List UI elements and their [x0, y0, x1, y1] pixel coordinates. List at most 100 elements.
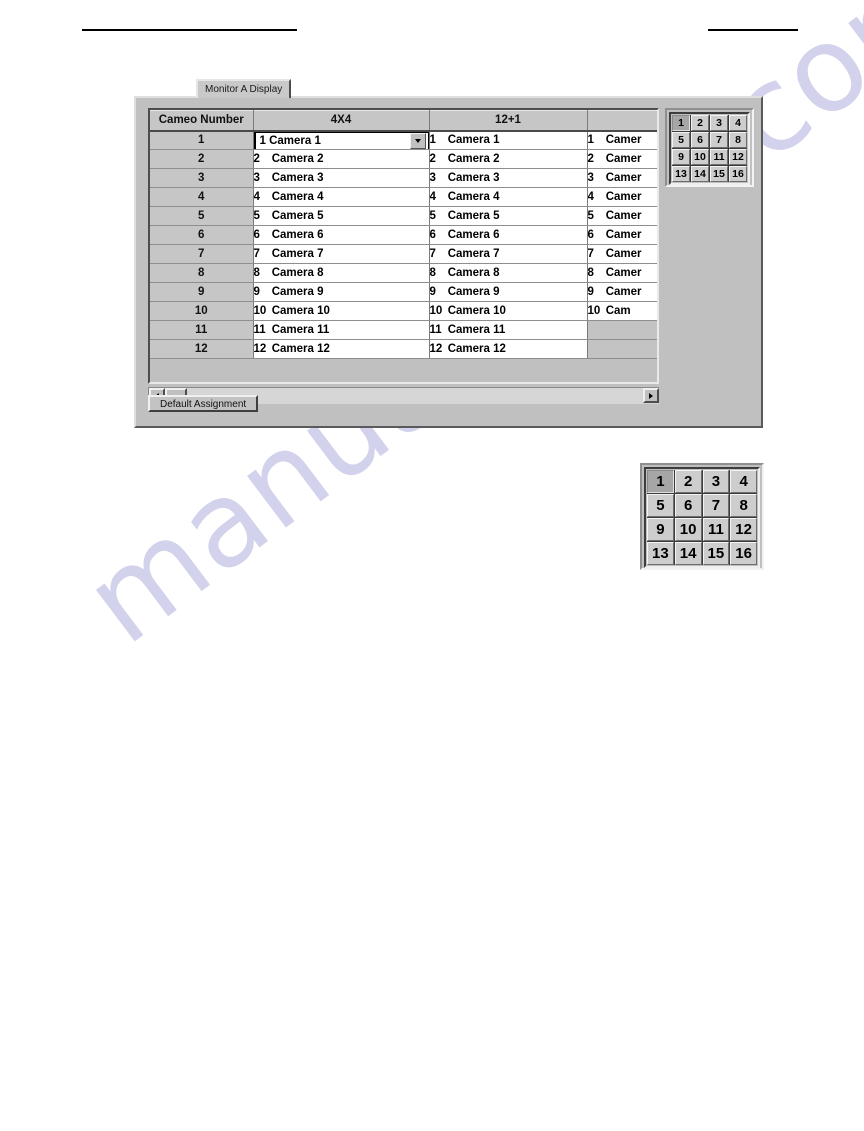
camera-cell-overflow[interactable]: 3 Camer	[587, 168, 657, 188]
cameo-large-cell-15[interactable]: 15	[702, 542, 730, 565]
cameo-small-cell-3[interactable]: 3	[710, 115, 728, 131]
camera-assignment-combobox-cell[interactable]: 1 Camera 1	[253, 130, 430, 150]
cameo-number-cell[interactable]: 7	[150, 244, 254, 264]
camera-cell-12p1[interactable]: 4 Camera 4	[429, 187, 588, 207]
camera-cell-overflow[interactable]: 6 Camer	[587, 225, 657, 245]
camera-cell-4x4[interactable]: 3 Camera 3	[253, 168, 430, 188]
cameo-layout-grid-small: 1 2 3 4 5 6 7 8 9 10 11 12 13 14 15 16	[665, 108, 754, 187]
col-header-12p1[interactable]: 12+1	[429, 110, 588, 132]
cameo-small-cell-11[interactable]: 11	[710, 149, 728, 165]
cameo-number-cell[interactable]: 11	[150, 320, 254, 340]
cameo-large-cell-6[interactable]: 6	[674, 494, 702, 517]
cameo-number-cell[interactable]: 2	[150, 149, 254, 169]
cameo-large-cell-9[interactable]: 9	[647, 518, 674, 541]
camera-cell-overflow[interactable]: 4 Camer	[587, 187, 657, 207]
camera-cell-12p1[interactable]: 8 Camera 8	[429, 263, 588, 283]
combobox-dropdown-button[interactable]	[409, 132, 426, 149]
cameo-large-cell-14[interactable]: 14	[674, 542, 702, 565]
camera-cell-overflow[interactable]: 7 Camer	[587, 244, 657, 264]
cameo-small-cell-1[interactable]: 1	[672, 115, 690, 131]
cameo-large-cell-4[interactable]: 4	[730, 470, 757, 493]
vertical-scroll-track[interactable]	[658, 141, 659, 366]
camera-cell-4x4[interactable]: 9 Camera 9	[253, 282, 430, 302]
camera-cell-12p1[interactable]: 11 Camera 11	[429, 320, 588, 340]
cameo-number-cell[interactable]: 1	[150, 130, 254, 150]
table-row: 66 Camera 66 Camera 66 Camer	[150, 225, 657, 245]
cameo-large-cell-11[interactable]: 11	[702, 518, 730, 541]
vertical-scroll-thumb[interactable]	[658, 126, 659, 141]
camera-cell-12p1[interactable]: 12 Camera 12	[429, 339, 588, 359]
cameo-small-cell-16[interactable]: 16	[729, 166, 747, 182]
cameo-number-cell[interactable]: 3	[150, 168, 254, 188]
cameo-small-cell-4[interactable]: 4	[729, 115, 747, 131]
scroll-down-button[interactable]	[658, 366, 659, 382]
cameo-small-cell-9[interactable]: 9	[672, 149, 690, 165]
cameo-cells-large: 1 2 3 4 5 6 7 8 9 10 11 12 13 14 15 16	[647, 470, 757, 565]
col-header-cameo-number[interactable]: Cameo Number	[150, 110, 254, 132]
cameo-large-cell-13[interactable]: 13	[647, 542, 674, 565]
camera-cell-overflow[interactable]: 10 Cam	[587, 301, 657, 321]
camera-cell-4x4[interactable]: 7 Camera 7	[253, 244, 430, 264]
col-header-4x4[interactable]: 4X4	[253, 110, 430, 132]
scroll-up-button[interactable]	[658, 110, 659, 126]
camera-cell-overflow-empty[interactable]	[587, 339, 657, 359]
cameo-small-cell-2[interactable]: 2	[691, 115, 709, 131]
cameo-small-cell-10[interactable]: 10	[691, 149, 709, 165]
cameo-small-cell-6[interactable]: 6	[691, 132, 709, 148]
cameo-large-cell-12[interactable]: 12	[730, 518, 757, 541]
camera-cell-4x4[interactable]: 8 Camera 8	[253, 263, 430, 283]
camera-cell-12p1[interactable]: 10 Camera 10	[429, 301, 588, 321]
scroll-right-button[interactable]	[643, 388, 659, 403]
cameo-cells-small: 1 2 3 4 5 6 7 8 9 10 11 12 13 14 15 16	[672, 115, 747, 182]
cameo-large-cell-2[interactable]: 2	[674, 470, 702, 493]
cameo-large-cell-7[interactable]: 7	[702, 494, 730, 517]
cameo-large-cell-8[interactable]: 8	[730, 494, 757, 517]
camera-cell-4x4[interactable]: 11 Camera 11	[253, 320, 430, 340]
camera-cell-overflow[interactable]: 8 Camer	[587, 263, 657, 283]
cameo-number-cell[interactable]: 6	[150, 225, 254, 245]
table-row: 22 Camera 22 Camera 22 Camer	[150, 149, 657, 169]
col-header-overflow[interactable]	[587, 110, 657, 132]
cameo-number-cell[interactable]: 4	[150, 187, 254, 207]
camera-cell-4x4[interactable]: 12 Camera 12	[253, 339, 430, 359]
camera-cell-overflow[interactable]: 1 Camer	[587, 130, 657, 150]
camera-cell-overflow[interactable]: 2 Camer	[587, 149, 657, 169]
camera-cell-12p1[interactable]: 3 Camera 3	[429, 168, 588, 188]
cameo-small-cell-7[interactable]: 7	[710, 132, 728, 148]
camera-cell-4x4[interactable]: 2 Camera 2	[253, 149, 430, 169]
cameo-small-cell-14[interactable]: 14	[691, 166, 709, 182]
cameo-small-cell-12[interactable]: 12	[729, 149, 747, 165]
camera-cell-12p1[interactable]: 2 Camera 2	[429, 149, 588, 169]
cameo-small-cell-15[interactable]: 15	[710, 166, 728, 182]
cameo-number-cell[interactable]: 8	[150, 263, 254, 283]
camera-cell-12p1[interactable]: 5 Camera 5	[429, 206, 588, 226]
camera-cell-4x4[interactable]: 6 Camera 6	[253, 225, 430, 245]
cameo-large-cell-5[interactable]: 5	[647, 494, 674, 517]
camera-cell-12p1[interactable]: 7 Camera 7	[429, 244, 588, 264]
camera-cell-12p1[interactable]: 6 Camera 6	[429, 225, 588, 245]
table-row: 11 11 Camera 11 11 Camera 11	[150, 320, 657, 340]
cameo-large-cell-1[interactable]: 1	[647, 470, 674, 493]
cameo-number-cell[interactable]: 10	[150, 301, 254, 321]
camera-cell-overflow-empty[interactable]	[587, 320, 657, 340]
cameo-number-cell[interactable]: 12	[150, 339, 254, 359]
camera-cell-12p1[interactable]: 9 Camera 9	[429, 282, 588, 302]
tab-monitor-a-display[interactable]: Monitor A Display	[196, 79, 292, 98]
cameo-number-cell[interactable]: 9	[150, 282, 254, 302]
camera-cell-4x4[interactable]: 4 Camera 4	[253, 187, 430, 207]
cameo-assignment-table: Cameo Number 4X4 12+1 11 Camera 11 Camer…	[150, 110, 657, 359]
camera-cell-overflow[interactable]: 5 Camer	[587, 206, 657, 226]
cameo-small-cell-5[interactable]: 5	[672, 132, 690, 148]
camera-cell-4x4[interactable]: 5 Camera 5	[253, 206, 430, 226]
camera-cell-4x4[interactable]: 10 Camera 10	[253, 301, 430, 321]
cameo-large-cell-3[interactable]: 3	[702, 470, 730, 493]
camera-assignment-combobox[interactable]: 1 Camera 1	[253, 130, 428, 149]
cameo-large-cell-16[interactable]: 16	[730, 542, 757, 565]
cameo-number-cell[interactable]: 5	[150, 206, 254, 226]
cameo-large-cell-10[interactable]: 10	[674, 518, 702, 541]
cameo-small-cell-13[interactable]: 13	[672, 166, 690, 182]
camera-cell-12p1[interactable]: 1 Camera 1	[429, 130, 588, 150]
camera-cell-overflow[interactable]: 9 Camer	[587, 282, 657, 302]
default-assignment-button[interactable]: Default Assignment	[148, 395, 259, 412]
cameo-small-cell-8[interactable]: 8	[729, 132, 747, 148]
